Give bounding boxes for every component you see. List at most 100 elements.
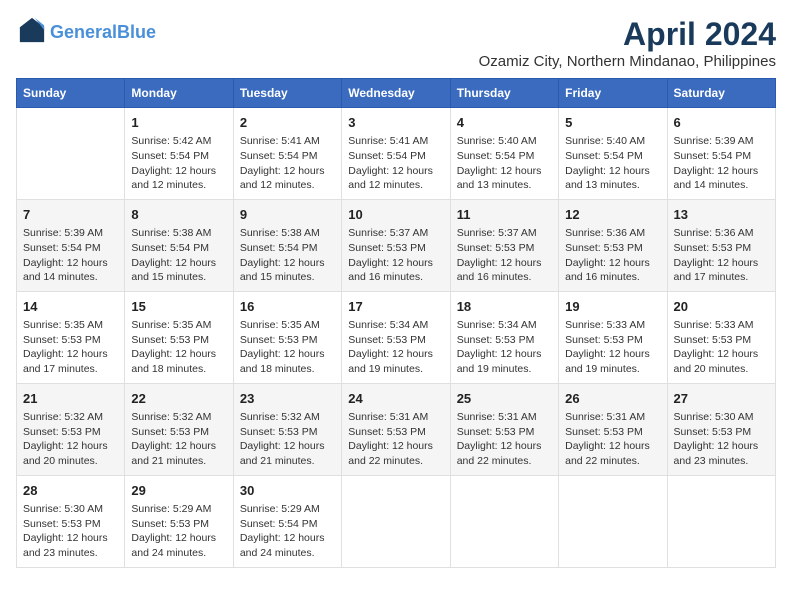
cell-content: Sunrise: 5:34 AM Sunset: 5:53 PM Dayligh…	[457, 318, 552, 377]
cell-content: Sunrise: 5:39 AM Sunset: 5:54 PM Dayligh…	[23, 226, 118, 285]
cell-content: Sunrise: 5:36 AM Sunset: 5:53 PM Dayligh…	[674, 226, 769, 285]
day-number: 26	[565, 390, 660, 408]
cell-content: Sunrise: 5:39 AM Sunset: 5:54 PM Dayligh…	[674, 134, 769, 193]
calendar-cell: 28 Sunrise: 5:30 AM Sunset: 5:53 PM Dayli…	[17, 475, 125, 567]
calendar-row: 14Sunrise: 5:35 AM Sunset: 5:53 PM Dayli…	[17, 291, 776, 383]
cell-content: Sunrise: 5:35 AM Sunset: 5:53 PM Dayligh…	[131, 318, 226, 377]
calendar-header: SundayMondayTuesdayWednesdayThursdayFrid…	[17, 79, 776, 108]
day-number: 1	[131, 114, 226, 132]
cell-content: Sunrise: 5:38 AM Sunset: 5:54 PM Dayligh…	[240, 226, 335, 285]
calendar-cell: 27 Sunrise: 5:30 AM Sunset: 5:53 PM Dayli…	[667, 383, 775, 475]
cell-content: Sunrise: 5:38 AM Sunset: 5:54 PM Dayligh…	[131, 226, 226, 285]
header-cell-wednesday: Wednesday	[342, 79, 450, 108]
calendar-cell: 10 Sunrise: 5:37 AM Sunset: 5:53 PM Dayli…	[342, 199, 450, 291]
calendar-cell: 20 Sunrise: 5:33 AM Sunset: 5:53 PM Dayli…	[667, 291, 775, 383]
cell-content: Sunrise: 5:35 AM Sunset: 5:53 PM Dayligh…	[23, 318, 118, 377]
calendar-cell: 17 Sunrise: 5:34 AM Sunset: 5:53 PM Dayli…	[342, 291, 450, 383]
header-cell-sunday: Sunday	[17, 79, 125, 108]
calendar-cell: 22 Sunrise: 5:32 AM Sunset: 5:53 PM Dayli…	[125, 383, 233, 475]
calendar-cell: 24Sunrise: 5:31 AM Sunset: 5:53 PM Dayli…	[342, 383, 450, 475]
day-number: 19	[565, 298, 660, 316]
cell-content: Sunrise: 5:31 AM Sunset: 5:53 PM Dayligh…	[457, 410, 552, 469]
calendar-cell: 18 Sunrise: 5:34 AM Sunset: 5:53 PM Dayli…	[450, 291, 558, 383]
calendar-cell: 3 Sunrise: 5:41 AM Sunset: 5:54 PM Daylig…	[342, 108, 450, 200]
calendar-cell: 4Sunrise: 5:40 AM Sunset: 5:54 PM Daylig…	[450, 108, 558, 200]
day-number: 17	[348, 298, 443, 316]
calendar-cell	[559, 475, 667, 567]
day-number: 4	[457, 114, 552, 132]
calendar-row: 28 Sunrise: 5:30 AM Sunset: 5:53 PM Dayli…	[17, 475, 776, 567]
calendar-cell: 26 Sunrise: 5:31 AM Sunset: 5:53 PM Dayli…	[559, 383, 667, 475]
title-block: April 2024 Ozamiz City, Northern Mindana…	[479, 16, 776, 70]
calendar-cell: 2 Sunrise: 5:41 AM Sunset: 5:54 PM Daylig…	[233, 108, 341, 200]
day-number: 6	[674, 114, 769, 132]
calendar-cell: 7 Sunrise: 5:39 AM Sunset: 5:54 PM Daylig…	[17, 199, 125, 291]
cell-content: Sunrise: 5:41 AM Sunset: 5:54 PM Dayligh…	[348, 134, 443, 193]
calendar-cell: 5Sunrise: 5:40 AM Sunset: 5:54 PM Daylig…	[559, 108, 667, 200]
calendar-cell: 9Sunrise: 5:38 AM Sunset: 5:54 PM Daylig…	[233, 199, 341, 291]
cell-content: Sunrise: 5:33 AM Sunset: 5:53 PM Dayligh…	[674, 318, 769, 377]
cell-content: Sunrise: 5:40 AM Sunset: 5:54 PM Dayligh…	[565, 134, 660, 193]
cell-content: Sunrise: 5:42 AM Sunset: 5:54 PM Dayligh…	[131, 134, 226, 193]
day-number: 7	[23, 206, 118, 224]
day-number: 18	[457, 298, 552, 316]
calendar-cell: 14Sunrise: 5:35 AM Sunset: 5:53 PM Dayli…	[17, 291, 125, 383]
cell-content: Sunrise: 5:29 AM Sunset: 5:54 PM Dayligh…	[240, 502, 335, 561]
header-cell-thursday: Thursday	[450, 79, 558, 108]
calendar-cell: 23Sunrise: 5:32 AM Sunset: 5:53 PM Dayli…	[233, 383, 341, 475]
calendar-cell	[667, 475, 775, 567]
header-row: SundayMondayTuesdayWednesdayThursdayFrid…	[17, 79, 776, 108]
day-number: 28	[23, 482, 118, 500]
calendar-cell: 11Sunrise: 5:37 AM Sunset: 5:53 PM Dayli…	[450, 199, 558, 291]
main-title: April 2024	[479, 16, 776, 53]
logo-line1: General	[50, 22, 117, 42]
calendar-cell: 6 Sunrise: 5:39 AM Sunset: 5:54 PM Daylig…	[667, 108, 775, 200]
logo-text: GeneralBlue	[50, 23, 156, 43]
calendar-cell: 12 Sunrise: 5:36 AM Sunset: 5:53 PM Dayli…	[559, 199, 667, 291]
calendar-cell: 19Sunrise: 5:33 AM Sunset: 5:53 PM Dayli…	[559, 291, 667, 383]
cell-content: Sunrise: 5:30 AM Sunset: 5:53 PM Dayligh…	[674, 410, 769, 469]
day-number: 30	[240, 482, 335, 500]
calendar-cell: 1 Sunrise: 5:42 AM Sunset: 5:54 PM Daylig…	[125, 108, 233, 200]
day-number: 11	[457, 206, 552, 224]
cell-content: Sunrise: 5:37 AM Sunset: 5:53 PM Dayligh…	[348, 226, 443, 285]
day-number: 22	[131, 390, 226, 408]
calendar-row: 21 Sunrise: 5:32 AM Sunset: 5:53 PM Dayli…	[17, 383, 776, 475]
cell-content: Sunrise: 5:32 AM Sunset: 5:53 PM Dayligh…	[240, 410, 335, 469]
day-number: 12	[565, 206, 660, 224]
calendar-cell: 16Sunrise: 5:35 AM Sunset: 5:53 PM Dayli…	[233, 291, 341, 383]
day-number: 13	[674, 206, 769, 224]
day-number: 29	[131, 482, 226, 500]
logo-line2: Blue	[117, 22, 156, 42]
cell-content: Sunrise: 5:35 AM Sunset: 5:53 PM Dayligh…	[240, 318, 335, 377]
calendar-cell: 8Sunrise: 5:38 AM Sunset: 5:54 PM Daylig…	[125, 199, 233, 291]
day-number: 3	[348, 114, 443, 132]
calendar-cell: 25Sunrise: 5:31 AM Sunset: 5:53 PM Dayli…	[450, 383, 558, 475]
header-cell-friday: Friday	[559, 79, 667, 108]
day-number: 24	[348, 390, 443, 408]
day-number: 15	[131, 298, 226, 316]
cell-content: Sunrise: 5:41 AM Sunset: 5:54 PM Dayligh…	[240, 134, 335, 193]
day-number: 2	[240, 114, 335, 132]
day-number: 27	[674, 390, 769, 408]
calendar-body: 1 Sunrise: 5:42 AM Sunset: 5:54 PM Daylig…	[17, 108, 776, 568]
calendar-cell: 30 Sunrise: 5:29 AM Sunset: 5:54 PM Dayli…	[233, 475, 341, 567]
calendar-cell	[450, 475, 558, 567]
calendar-cell: 13 Sunrise: 5:36 AM Sunset: 5:53 PM Dayli…	[667, 199, 775, 291]
calendar-row: 1 Sunrise: 5:42 AM Sunset: 5:54 PM Daylig…	[17, 108, 776, 200]
calendar-cell	[342, 475, 450, 567]
header-cell-tuesday: Tuesday	[233, 79, 341, 108]
page-header: GeneralBlue April 2024 Ozamiz City, Nort…	[16, 16, 776, 70]
calendar-row: 7 Sunrise: 5:39 AM Sunset: 5:54 PM Daylig…	[17, 199, 776, 291]
day-number: 10	[348, 206, 443, 224]
day-number: 20	[674, 298, 769, 316]
cell-content: Sunrise: 5:36 AM Sunset: 5:53 PM Dayligh…	[565, 226, 660, 285]
cell-content: Sunrise: 5:32 AM Sunset: 5:53 PM Dayligh…	[131, 410, 226, 469]
day-number: 21	[23, 390, 118, 408]
calendar-cell: 21Sunrise: 5:32 AM Sunset: 5:53 PM Dayli…	[17, 383, 125, 475]
subtitle: Ozamiz City, Northern Mindanao, Philippi…	[479, 53, 776, 70]
cell-content: Sunrise: 5:31 AM Sunset: 5:53 PM Dayligh…	[565, 410, 660, 469]
calendar-cell	[17, 108, 125, 200]
cell-content: Sunrise: 5:30 AM Sunset: 5:53 PM Dayligh…	[23, 502, 118, 561]
cell-content: Sunrise: 5:34 AM Sunset: 5:53 PM Dayligh…	[348, 318, 443, 377]
